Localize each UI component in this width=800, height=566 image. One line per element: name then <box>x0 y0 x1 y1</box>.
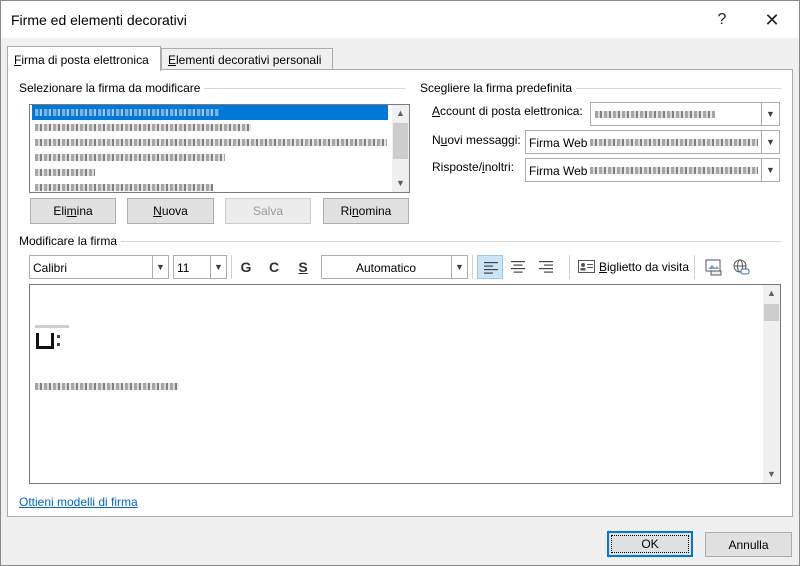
chevron-down-icon[interactable]: ▼ <box>152 256 168 278</box>
picture-icon <box>705 259 722 276</box>
editor-content-image <box>36 333 54 349</box>
title-bar: Firme ed elementi decorativi ? ✕ <box>1 1 799 38</box>
edit-section-line <box>21 241 781 242</box>
editor-content-line <box>35 325 69 328</box>
tab-email-signature-label: irma di posta elettronica <box>21 53 149 67</box>
focus-rect <box>611 535 689 553</box>
scroll-down-icon[interactable]: ▼ <box>763 466 780 483</box>
font-value: Calibri <box>33 261 68 275</box>
signature-list[interactable]: ▲ ▼ <box>29 104 410 193</box>
cancel-button[interactable]: Annulla <box>705 532 792 557</box>
list-item[interactable] <box>32 120 388 135</box>
ok-button[interactable]: OK <box>607 531 693 557</box>
window-title: Firme ed elementi decorativi <box>11 12 187 28</box>
list-item[interactable] <box>32 105 388 120</box>
default-section-title: Scegliere la firma predefinita <box>420 81 577 95</box>
toolbar-separator <box>569 255 570 279</box>
align-right-button[interactable] <box>533 255 559 279</box>
list-item[interactable] <box>32 135 388 150</box>
align-center-icon <box>511 261 525 273</box>
chevron-down-icon[interactable]: ▼ <box>761 103 779 125</box>
help-button[interactable]: ? <box>707 7 737 33</box>
scroll-down-icon[interactable]: ▼ <box>392 175 409 192</box>
new-messages-combo[interactable]: Firma Web ▼ <box>525 130 780 154</box>
insert-picture-button[interactable] <box>701 255 725 279</box>
italic-button[interactable]: C <box>262 256 286 278</box>
account-combo[interactable]: ▼ <box>590 102 780 126</box>
hyperlink-icon <box>733 259 750 275</box>
underline-button[interactable]: S <box>291 256 315 278</box>
select-section-title: Selezionare la firma da modificare <box>19 81 205 95</box>
editor-content-text <box>35 383 179 390</box>
insert-hyperlink-button[interactable] <box>729 255 753 279</box>
align-left-icon <box>484 262 498 274</box>
chevron-down-icon[interactable]: ▼ <box>761 159 779 181</box>
tab-personal-stationery-label: lementi decorativi personali <box>176 53 322 67</box>
new-messages-value: Firma Web <box>529 136 588 150</box>
bold-button[interactable]: G <box>234 256 258 278</box>
replies-combo[interactable]: Firma Web ▼ <box>525 158 780 182</box>
chevron-down-icon[interactable]: ▼ <box>761 131 779 153</box>
account-label: Account di posta elettronica: <box>432 104 583 118</box>
signatures-dialog: Firme ed elementi decorativi ? ✕ Firma d… <box>0 0 800 566</box>
align-center-button[interactable] <box>505 255 531 279</box>
business-card-icon <box>578 260 595 273</box>
get-templates-link[interactable]: Ottieni modelli di firma <box>19 495 138 509</box>
edit-section-title: Modificare la firma <box>19 234 122 248</box>
signature-editor[interactable]: ▲ ▼ <box>29 284 781 484</box>
toolbar-separator <box>694 255 695 279</box>
align-left-button[interactable] <box>477 255 503 279</box>
replies-label: Risposte/inoltri: <box>432 160 515 174</box>
scroll-thumb[interactable] <box>764 304 779 321</box>
rename-button[interactable]: Rinomina <box>323 198 409 224</box>
font-size-value: 11 <box>177 261 190 275</box>
color-combo[interactable]: Automatico ▼ <box>321 255 468 279</box>
delete-button[interactable]: Elimina <box>30 198 116 224</box>
toolbar-separator <box>472 255 473 279</box>
align-right-icon <box>539 261 553 273</box>
save-button[interactable]: Salva <box>225 198 311 224</box>
signature-list-scrollbar[interactable]: ▲ ▼ <box>392 105 409 192</box>
new-messages-label: Nuovi messaggi: <box>432 133 521 147</box>
editor-scrollbar[interactable]: ▲ ▼ <box>763 285 780 483</box>
tab-email-signature[interactable]: Firma di posta elettronica <box>7 46 161 71</box>
font-combo[interactable]: Calibri ▼ <box>29 255 169 279</box>
scroll-up-icon[interactable]: ▲ <box>763 285 780 302</box>
scroll-up-icon[interactable]: ▲ <box>392 105 409 122</box>
color-value: Automatico <box>356 261 417 275</box>
tab-personal-stationery-accesskey: E <box>168 53 177 67</box>
business-card-button[interactable]: Biglietto da visita <box>575 255 689 279</box>
scroll-thumb[interactable] <box>393 123 408 159</box>
list-item[interactable] <box>32 165 388 180</box>
replies-value: Firma Web <box>529 164 588 178</box>
business-card-label: Biglietto da visita <box>599 260 690 274</box>
chevron-down-icon[interactable]: ▼ <box>451 256 467 278</box>
editor-content-image-dots <box>57 335 60 338</box>
list-item[interactable] <box>32 150 388 165</box>
new-button[interactable]: Nuova <box>127 198 214 224</box>
tab-personal-stationery[interactable]: Elementi decorativi personali <box>161 48 333 70</box>
toolbar-separator <box>231 255 232 279</box>
list-item[interactable] <box>32 180 388 192</box>
close-button[interactable]: ✕ <box>757 7 787 33</box>
chevron-down-icon[interactable]: ▼ <box>210 256 226 278</box>
font-size-combo[interactable]: 11 ▼ <box>173 255 227 279</box>
